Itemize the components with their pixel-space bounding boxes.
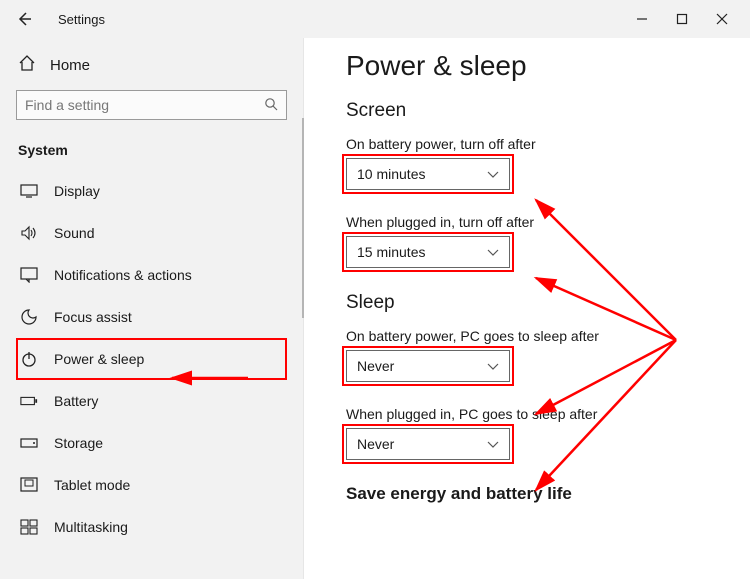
power-icon xyxy=(20,350,38,368)
tablet-icon xyxy=(20,476,38,494)
sidebar-item-sound[interactable]: Sound xyxy=(16,212,287,254)
sidebar-item-label: Tablet mode xyxy=(54,477,130,493)
screen-plugged-label: When plugged in, turn off after xyxy=(346,214,724,230)
sidebar-item-label: Battery xyxy=(54,393,98,409)
search-icon xyxy=(264,97,278,114)
chevron-down-icon xyxy=(487,358,499,374)
chevron-down-icon xyxy=(487,244,499,260)
screen-battery-label: On battery power, turn off after xyxy=(346,136,724,152)
sidebar: Home System Display Sound Notifications … xyxy=(0,38,304,579)
sidebar-item-storage[interactable]: Storage xyxy=(16,422,287,464)
dropdown-value: Never xyxy=(357,358,394,374)
screen-heading: Screen xyxy=(346,100,724,122)
close-icon xyxy=(716,13,728,25)
sidebar-home[interactable]: Home xyxy=(16,48,287,90)
sleep-plugged-label: When plugged in, PC goes to sleep after xyxy=(346,406,724,422)
notifications-icon xyxy=(20,266,38,284)
home-icon xyxy=(18,54,36,76)
sleep-plugged-dropdown[interactable]: Never xyxy=(346,428,510,460)
sidebar-item-display[interactable]: Display xyxy=(16,170,287,212)
focus-assist-icon xyxy=(20,308,38,326)
sidebar-item-focus-assist[interactable]: Focus assist xyxy=(16,296,287,338)
sidebar-item-label: Display xyxy=(54,183,100,199)
sleep-plugged-field: When plugged in, PC goes to sleep after … xyxy=(346,406,724,460)
content: Power & sleep Screen On battery power, t… xyxy=(304,38,750,579)
dropdown-value: 15 minutes xyxy=(357,244,425,260)
page-title: Power & sleep xyxy=(346,50,724,82)
dropdown-value: 10 minutes xyxy=(357,166,425,182)
screen-battery-field: On battery power, turn off after 10 minu… xyxy=(346,136,724,190)
multitasking-icon xyxy=(20,518,38,536)
battery-icon xyxy=(20,392,38,410)
minimize-button[interactable] xyxy=(622,4,662,34)
sidebar-section-title: System xyxy=(18,142,287,158)
chevron-down-icon xyxy=(487,436,499,452)
sleep-battery-label: On battery power, PC goes to sleep after xyxy=(346,328,724,344)
sidebar-item-label: Focus assist xyxy=(54,309,132,325)
sleep-battery-dropdown[interactable]: Never xyxy=(346,350,510,382)
sidebar-item-battery[interactable]: Battery xyxy=(16,380,287,422)
sidebar-item-label: Multitasking xyxy=(54,519,128,535)
sound-icon xyxy=(20,224,38,242)
screen-plugged-field: When plugged in, turn off after 15 minut… xyxy=(346,214,724,268)
sidebar-item-tablet-mode[interactable]: Tablet mode xyxy=(16,464,287,506)
sidebar-nav: Display Sound Notifications & actions Fo… xyxy=(16,170,287,548)
screen-battery-dropdown[interactable]: 10 minutes xyxy=(346,158,510,190)
sleep-battery-field: On battery power, PC goes to sleep after… xyxy=(346,328,724,382)
storage-icon xyxy=(20,434,38,452)
sidebar-item-label: Sound xyxy=(54,225,94,241)
maximize-icon xyxy=(676,13,688,25)
sleep-heading: Sleep xyxy=(346,292,724,314)
dropdown-value: Never xyxy=(357,436,394,452)
back-button[interactable] xyxy=(12,7,36,31)
sidebar-item-multitasking[interactable]: Multitasking xyxy=(16,506,287,548)
search-input[interactable] xyxy=(25,97,264,113)
sidebar-item-power-sleep[interactable]: Power & sleep xyxy=(16,338,287,380)
search-box[interactable] xyxy=(16,90,287,120)
minimize-icon xyxy=(636,13,648,25)
chevron-down-icon xyxy=(487,166,499,182)
save-energy-heading: Save energy and battery life xyxy=(346,484,724,504)
screen-plugged-dropdown[interactable]: 15 minutes xyxy=(346,236,510,268)
scrollbar[interactable] xyxy=(302,118,304,318)
close-button[interactable] xyxy=(702,4,742,34)
window-title: Settings xyxy=(58,12,105,27)
sidebar-item-label: Notifications & actions xyxy=(54,267,192,283)
maximize-button[interactable] xyxy=(662,4,702,34)
display-icon xyxy=(20,182,38,200)
sidebar-item-label: Power & sleep xyxy=(54,351,144,367)
sidebar-home-label: Home xyxy=(50,57,90,74)
sidebar-item-notifications[interactable]: Notifications & actions xyxy=(16,254,287,296)
sidebar-item-label: Storage xyxy=(54,435,103,451)
arrow-left-icon xyxy=(16,11,32,27)
titlebar: Settings xyxy=(0,0,750,38)
